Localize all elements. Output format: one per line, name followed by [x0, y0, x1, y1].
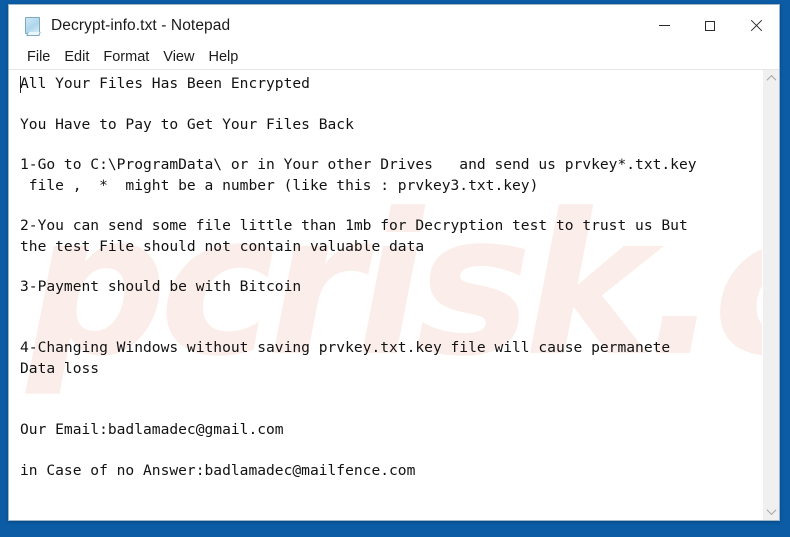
- notepad-document-icon: [23, 16, 43, 36]
- menu-item-format[interactable]: Format: [96, 48, 156, 67]
- menu-item-edit[interactable]: Edit: [57, 48, 96, 67]
- vertical-scrollbar[interactable]: [762, 70, 779, 520]
- minimize-button[interactable]: [641, 5, 687, 46]
- menu-item-help[interactable]: Help: [201, 48, 245, 67]
- close-button[interactable]: [733, 5, 779, 46]
- maximize-icon: [705, 20, 715, 31]
- text-editor-content[interactable]: All Your Files Has Been Encrypted You Ha…: [9, 70, 762, 520]
- menu-item-file[interactable]: File: [20, 48, 57, 67]
- scroll-up-icon[interactable]: [763, 70, 780, 87]
- scroll-down-icon[interactable]: [763, 503, 780, 520]
- close-icon: [750, 20, 762, 32]
- desktop-background: Decrypt-info.txt - Notepad File Edit For…: [0, 0, 790, 537]
- window-controls: [641, 5, 779, 46]
- window-title: Decrypt-info.txt - Notepad: [51, 16, 231, 34]
- notepad-window: Decrypt-info.txt - Notepad File Edit For…: [8, 4, 780, 521]
- maximize-button[interactable]: [687, 5, 733, 46]
- minimize-icon: [658, 25, 670, 26]
- title-bar[interactable]: Decrypt-info.txt - Notepad: [9, 5, 779, 46]
- editor-area: pcrisk.com All Your Files Has Been Encry…: [9, 70, 779, 520]
- text-caret: [20, 76, 21, 93]
- menu-item-view[interactable]: View: [156, 48, 201, 67]
- menu-bar: File Edit Format View Help: [9, 46, 779, 70]
